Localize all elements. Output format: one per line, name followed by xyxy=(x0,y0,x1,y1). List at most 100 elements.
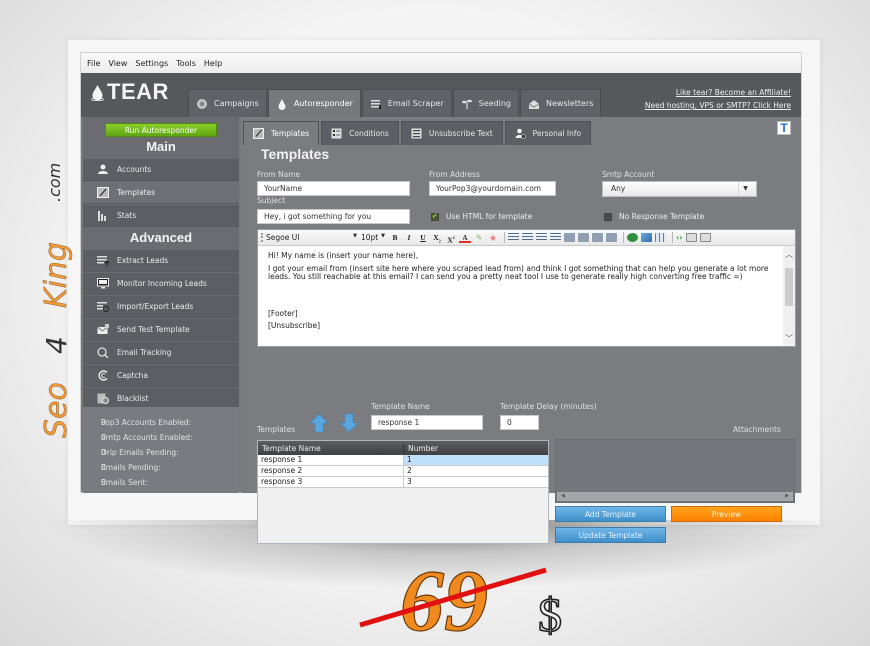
column-header-template-name[interactable]: Template Name xyxy=(258,443,404,453)
html-source-icon[interactable]: ‹› xyxy=(676,233,683,242)
sidebar: Run Autoresponder Main Accounts Template… xyxy=(83,117,239,493)
send-test-icon xyxy=(97,324,109,334)
sidebar-item-email-tracking[interactable]: Email Tracking xyxy=(83,342,239,364)
subtab-templates[interactable]: Templates xyxy=(243,121,320,145)
tab-seeding[interactable]: Seeding xyxy=(452,89,519,117)
editor-line: I got your email from (insert site here … xyxy=(268,263,769,281)
tab-campaigns[interactable]: Campaigns xyxy=(188,89,267,117)
eraser-icon[interactable]: ◆ xyxy=(487,232,499,243)
menu-tools[interactable]: Tools xyxy=(176,59,196,68)
preview-button[interactable]: Preview xyxy=(671,506,782,522)
column-header-number[interactable]: Number xyxy=(404,444,438,453)
font-family-select[interactable]: Segoe UI ▼ xyxy=(261,233,361,242)
add-template-button[interactable]: Add Template xyxy=(555,506,666,522)
tab-label: Email Scraper xyxy=(387,99,444,108)
attachments-scrollbar[interactable]: ◀ ▶ xyxy=(557,492,793,501)
sidebar-item-monitor-incoming-leads[interactable]: Monitor Incoming Leads xyxy=(83,273,239,295)
tab-autoresponder[interactable]: Autoresponder xyxy=(267,89,361,117)
hosting-link[interactable]: Need hosting, VPS or SMTP? Click Here xyxy=(645,99,791,112)
font-color-icon[interactable]: A xyxy=(459,232,471,243)
subject-label: Subject xyxy=(257,196,286,205)
justify-icon[interactable] xyxy=(606,233,617,242)
sidebar-item-import-export-leads[interactable]: Import/Export Leads xyxy=(83,296,239,318)
smtp-account-select[interactable]: Any ▼ xyxy=(602,181,757,197)
template-editor[interactable]: Segoe UI ▼ 10pt ▼ B I U X2 X2 A ✎ ◆ ‹› H… xyxy=(257,229,796,347)
from-name-input[interactable] xyxy=(257,181,410,196)
no-response-checkbox[interactable]: No Response Template xyxy=(604,212,704,221)
subject-input[interactable] xyxy=(257,209,410,224)
no-response-label: No Response Template xyxy=(619,212,705,221)
align-right-icon[interactable] xyxy=(592,233,603,242)
app-logo: TEAR xyxy=(91,79,169,105)
subtab-conditions[interactable]: Conditions xyxy=(321,121,399,145)
editor-scrollbar[interactable]: ︿ ﹀ xyxy=(783,246,795,346)
indent-icon[interactable] xyxy=(522,233,533,242)
main-panel: Templates Conditions Unsubscribe Text Pe… xyxy=(241,117,801,544)
tab-newsletters[interactable]: Newsletters xyxy=(520,89,602,117)
scroll-left-icon[interactable]: ◀ xyxy=(561,493,565,499)
chevron-down-icon: ▼ xyxy=(738,182,752,196)
tab-label: Campaigns xyxy=(214,99,259,108)
section-main-title: Main xyxy=(146,139,176,154)
subscript-icon[interactable]: X2 xyxy=(431,232,443,244)
subtab-personal-info[interactable]: Personal Info xyxy=(504,121,592,145)
menu-view[interactable]: View xyxy=(108,59,127,68)
font-size-select[interactable]: 10pt ▼ xyxy=(361,233,389,242)
logo-text: TEAR xyxy=(107,79,169,104)
bold-icon[interactable]: B xyxy=(389,232,401,243)
menu-help[interactable]: Help xyxy=(204,59,222,68)
move-up-icon[interactable] xyxy=(309,413,329,433)
align-center-icon[interactable] xyxy=(578,233,589,242)
subtab-unsubscribe-text[interactable]: Unsubscribe Text xyxy=(400,121,503,145)
tab-label: Seeding xyxy=(478,99,511,108)
affiliate-link[interactable]: Like tear? Become an Affiliate! xyxy=(645,86,791,99)
scroll-down-icon[interactable]: ﹀ xyxy=(783,333,795,344)
scroll-up-icon[interactable]: ︿ xyxy=(783,249,795,260)
page-title: Templates xyxy=(261,146,330,162)
bullet-list-icon[interactable] xyxy=(536,233,547,242)
insert-table-icon[interactable] xyxy=(655,233,666,242)
template-name-input[interactable] xyxy=(371,415,483,430)
highlight-icon[interactable]: ✎ xyxy=(473,232,485,243)
chevron-down-icon: ▼ xyxy=(353,233,357,239)
sidebar-item-stats[interactable]: Stats xyxy=(83,205,239,227)
hyperlink-icon[interactable] xyxy=(627,233,638,242)
editor-line: Hi! My name is (insert your name here), xyxy=(268,251,419,260)
run-autoresponder-button[interactable]: Run Autoresponder xyxy=(105,123,217,137)
template-delay-input[interactable] xyxy=(500,415,539,430)
table-row[interactable]: response 3 3 xyxy=(258,477,548,488)
seeding-icon xyxy=(461,99,472,109)
sidebar-item-captcha[interactable]: Captcha xyxy=(83,365,239,387)
tag-icon[interactable] xyxy=(685,233,697,242)
scroll-thumb[interactable] xyxy=(785,268,793,306)
table-row[interactable]: response 2 2 xyxy=(258,466,548,477)
scroll-right-icon[interactable]: ▶ xyxy=(785,493,789,499)
insert-image-icon[interactable] xyxy=(641,233,652,242)
sidebar-item-accounts[interactable]: Accounts xyxy=(83,159,239,181)
table-row[interactable]: response 1 1 xyxy=(258,455,548,466)
sidebar-item-extract-leads[interactable]: Extract Leads xyxy=(83,250,239,272)
t-logo-icon[interactable]: T xyxy=(777,121,791,135)
menu-settings[interactable]: Settings xyxy=(135,59,168,68)
align-left-icon[interactable] xyxy=(564,233,575,242)
use-html-checkbox[interactable]: Use HTML for template xyxy=(431,212,532,221)
outdent-icon[interactable] xyxy=(508,233,519,242)
newsletter-icon xyxy=(528,99,540,109)
tab-email-scraper[interactable]: Email Scraper xyxy=(361,89,452,117)
italic-icon[interactable]: I xyxy=(403,232,415,243)
numbered-list-icon[interactable] xyxy=(550,233,561,242)
editor-content[interactable]: Hi! My name is (insert your name here), … xyxy=(268,251,778,335)
attach-icon[interactable] xyxy=(699,233,711,242)
move-down-icon[interactable] xyxy=(339,413,359,433)
drop-logo-icon xyxy=(91,84,104,101)
attachments-list[interactable]: ◀ ▶ xyxy=(555,439,795,503)
price-banner: 69 $ xyxy=(359,552,563,645)
superscript-icon[interactable]: X2 xyxy=(445,232,457,245)
app-window: File View Settings Tools Help TEAR Campa… xyxy=(80,52,802,544)
menu-file[interactable]: File xyxy=(87,59,100,68)
cell-template-name: response 2 xyxy=(258,466,404,476)
sidebar-item-templates[interactable]: Templates xyxy=(83,182,239,204)
from-address-input[interactable] xyxy=(429,181,556,196)
sidebar-item-send-test-template[interactable]: Send Test Template xyxy=(83,319,239,341)
underline-icon[interactable]: U xyxy=(417,232,429,243)
